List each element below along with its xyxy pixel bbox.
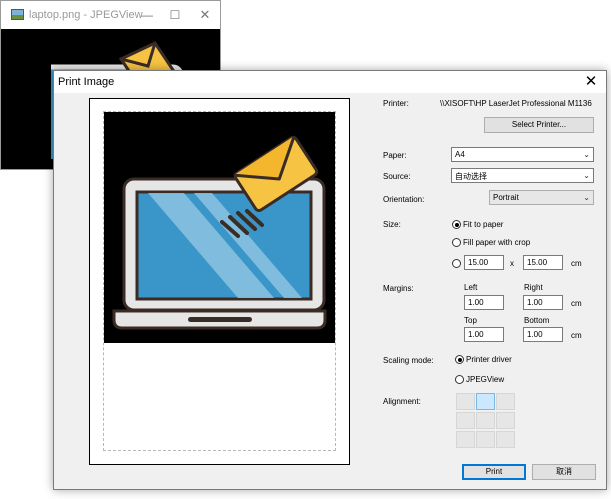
printer-label: Printer: — [383, 99, 409, 108]
margin-bottom-input[interactable]: 1.00 — [523, 327, 563, 342]
print-image-dialog[interactable]: Print Image ✕ Printer: \\XISOFT\HP Laser… — [53, 70, 607, 490]
dialog-close-icon[interactable]: ✕ — [582, 72, 600, 92]
size-width-input[interactable]: 15.00 — [464, 255, 504, 270]
align-middle-center[interactable] — [476, 412, 495, 429]
align-bottom-right[interactable] — [496, 431, 515, 448]
alignment-label: Alignment: — [383, 397, 421, 406]
orientation-value: Portrait — [493, 193, 519, 202]
image-file-icon — [11, 9, 24, 20]
margin-top-label: Top — [464, 316, 477, 325]
margin-bottom-label: Bottom — [524, 316, 550, 325]
printer-driver-label[interactable]: Printer driver — [466, 355, 512, 364]
viewer-title: laptop.png - JPEGView — [29, 9, 143, 21]
align-top-left[interactable] — [456, 393, 475, 410]
align-middle-right[interactable] — [496, 412, 515, 429]
jpegview-scaling-label[interactable]: JPEGView — [466, 375, 504, 384]
dialog-title: Print Image — [58, 76, 115, 88]
printer-driver-radio[interactable] — [455, 355, 464, 364]
maximize-button[interactable]: ☐ — [166, 6, 184, 24]
fit-to-paper-radio[interactable] — [452, 220, 461, 229]
size-unit-label: cm — [571, 259, 582, 268]
margin-top-input[interactable]: 1.00 — [464, 327, 504, 342]
orientation-label: Orientation: — [383, 195, 425, 204]
paper-label: Paper: — [383, 151, 407, 160]
viewer-titlebar[interactable]: laptop.png - JPEGView — ☐ ✕ — [1, 1, 220, 29]
paper-select[interactable]: A4 ⌄ — [451, 147, 594, 162]
fill-paper-crop-label[interactable]: Fill paper with crop — [463, 238, 530, 247]
laptop-mail-illustration — [112, 135, 327, 330]
orientation-select[interactable]: Portrait ⌄ — [489, 190, 594, 205]
margin-unit-label-2: cm — [571, 331, 582, 340]
align-middle-left[interactable] — [456, 412, 475, 429]
source-select[interactable]: 自动选择 ⌄ — [451, 168, 594, 183]
margin-right-label: Right — [524, 283, 543, 292]
custom-size-radio[interactable] — [452, 259, 461, 268]
margin-right-input[interactable]: 1.00 — [523, 295, 563, 310]
source-value: 自动选择 — [455, 172, 487, 181]
margin-unit-label: cm — [571, 299, 582, 308]
margin-left-label: Left — [464, 283, 478, 292]
paper-value: A4 — [455, 150, 465, 159]
preview-image-laptop-mail — [104, 112, 335, 343]
print-button[interactable]: Print — [462, 464, 526, 480]
chevron-down-icon: ⌄ — [583, 193, 590, 202]
align-bottom-center[interactable] — [476, 431, 495, 448]
select-printer-button[interactable]: Select Printer... — [484, 117, 594, 133]
chevron-down-icon: ⌄ — [583, 171, 590, 180]
fill-paper-crop-radio[interactable] — [452, 238, 461, 247]
jpegview-scaling-radio[interactable] — [455, 375, 464, 384]
fit-to-paper-label[interactable]: Fit to paper — [463, 220, 503, 229]
scaling-mode-label: Scaling mode: — [383, 356, 434, 365]
dialog-titlebar[interactable]: Print Image ✕ — [54, 71, 606, 93]
size-x-separator: x — [510, 259, 514, 268]
chevron-down-icon: ⌄ — [583, 150, 590, 159]
printer-name: \\XISOFT\HP LaserJet Professional M1136 — [440, 99, 592, 108]
align-top-right[interactable] — [496, 393, 515, 410]
margin-left-input[interactable]: 1.00 — [464, 295, 504, 310]
align-bottom-left[interactable] — [456, 431, 475, 448]
align-top-center[interactable] — [476, 393, 495, 410]
margins-label: Margins: — [383, 284, 414, 293]
close-window-button[interactable]: ✕ — [196, 6, 214, 24]
size-height-input[interactable]: 15.00 — [523, 255, 563, 270]
minimize-button[interactable]: — — [138, 6, 156, 24]
source-label: Source: — [383, 172, 411, 181]
cancel-button[interactable]: 取消 — [532, 464, 596, 480]
size-label: Size: — [383, 220, 401, 229]
print-preview-page — [89, 98, 350, 465]
